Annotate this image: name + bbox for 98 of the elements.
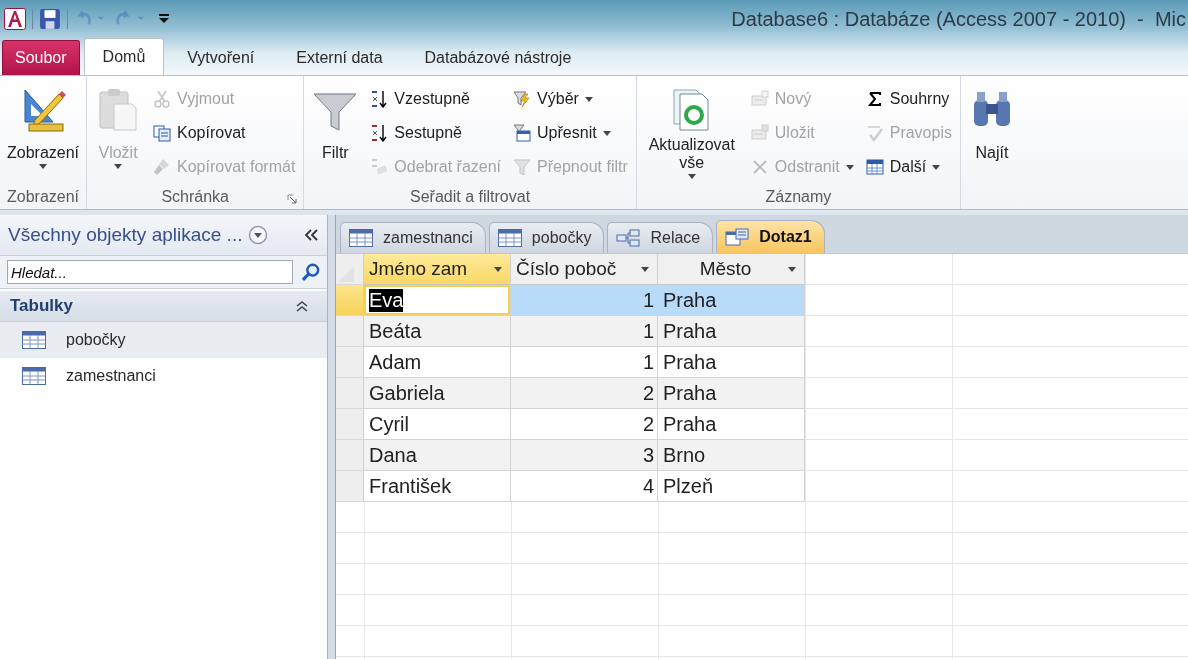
ribbon-button[interactable]: Zobrazení (4, 82, 83, 185)
caret-icon (641, 266, 649, 272)
sigma-icon (865, 90, 884, 108)
relationships-icon (616, 229, 641, 247)
table-cell[interactable]: Praha (658, 316, 805, 347)
row-selector[interactable] (336, 285, 364, 316)
table-cell[interactable]: 2 (511, 409, 658, 440)
ribbon-button[interactable]: Upřesnit (509, 116, 632, 150)
item-label: zamestnanci (66, 367, 156, 385)
ribbon-button[interactable]: Najít (964, 82, 1019, 209)
row-selector[interactable] (336, 440, 364, 471)
brush-icon (153, 158, 172, 176)
x-icon (750, 158, 769, 176)
window-title: Database6 : Databáze (Access 2007 - 2010) - Mic (731, 7, 1186, 31)
table-cell[interactable]: 4 (511, 471, 658, 502)
navigation-item[interactable]: zamestnanci (0, 358, 327, 394)
collapse-chevron-icon[interactable] (295, 299, 309, 313)
query-icon (725, 228, 750, 246)
save-icon[interactable] (39, 8, 61, 30)
search-icon[interactable] (301, 262, 321, 282)
ribbon-tab[interactable]: Vytvoření (168, 40, 274, 75)
group-title: Tabulky (10, 296, 73, 316)
table-cell[interactable]: Brno (658, 440, 805, 471)
document-tab[interactable]: Dotaz1 (716, 220, 825, 253)
column-header[interactable]: Číslo poboč (511, 254, 658, 285)
group-label: Záznamy (765, 188, 832, 206)
document-tab[interactable]: Relace (607, 222, 714, 253)
ribbon-button[interactable]: Filtr (308, 82, 363, 185)
ribbon-button[interactable]: Kopírovat (149, 116, 300, 150)
table-cell[interactable]: Dana (364, 440, 511, 471)
dialog-launcher-icon[interactable] (287, 194, 298, 204)
table-cell[interactable]: Praha (658, 285, 805, 316)
corner-triangle-icon (336, 264, 356, 284)
caret-icon (788, 266, 796, 272)
table-cell[interactable]: Praha (658, 378, 805, 409)
ribbon-button[interactable]: Další (861, 150, 956, 184)
table-cell[interactable]: 3 (511, 440, 658, 471)
caret-icon (494, 266, 502, 272)
ribbon-button[interactable]: Vzestupně (366, 82, 506, 116)
table-cell[interactable]: František (364, 471, 511, 502)
row-selector[interactable] (336, 471, 364, 502)
collapse-pane-icon[interactable] (303, 228, 319, 242)
sort-eraser-icon (370, 158, 389, 176)
copy-icon (153, 124, 172, 142)
ribbon-tab[interactable]: Domů (83, 38, 165, 75)
table-cell[interactable]: Cyril (364, 409, 511, 440)
table-cell[interactable]: Adam (364, 347, 511, 378)
table-icon (22, 367, 46, 385)
table-icon (497, 229, 522, 247)
row-selector[interactable] (336, 347, 364, 378)
group-label: Seřadit a filtrovat (410, 188, 531, 206)
table-cell[interactable]: 1 (511, 285, 658, 316)
dropdown-circle-icon[interactable] (248, 225, 269, 245)
search-field[interactable]: Hledat... (7, 260, 294, 284)
grid-icon (865, 158, 884, 176)
new-record-icon (750, 90, 769, 108)
ribbon-button[interactable]: Výběr (509, 82, 632, 116)
table-cell[interactable]: Plzeň (658, 471, 805, 502)
table-icon (349, 229, 373, 247)
scissors-icon (153, 90, 172, 108)
filter-window-icon (513, 124, 532, 142)
lightning-funnel-icon (513, 90, 532, 108)
funnel-icon (513, 158, 532, 176)
ribbon-button[interactable]: Aktualizovat vše (640, 82, 743, 185)
sort-ascending-icon (370, 90, 389, 108)
document-tab[interactable]: zamestnanci (340, 222, 486, 253)
table-cell[interactable]: Beáta (364, 316, 511, 347)
row-selector[interactable] (336, 378, 364, 409)
column-header[interactable]: Město (658, 254, 805, 285)
save-record-icon (750, 124, 769, 142)
ribbon-tab[interactable]: Externí data (277, 40, 402, 75)
table-cell[interactable]: 1 (511, 347, 658, 378)
spell-check-icon (865, 124, 884, 142)
app-logo-icon[interactable] (4, 8, 26, 30)
navigation-title[interactable]: Všechny objekty aplikace ... (8, 224, 243, 246)
select-all-corner[interactable] (336, 254, 364, 285)
group-header[interactable]: Tabulky (0, 291, 327, 322)
document-tab[interactable]: pobočky (488, 222, 605, 253)
pane-splitter[interactable] (328, 215, 336, 659)
row-selector[interactable] (336, 409, 364, 440)
table-icon (22, 331, 46, 349)
ribbon-tab[interactable]: Databázové nástroje (405, 40, 591, 75)
table-cell[interactable]: Eva (364, 285, 511, 316)
table-cell[interactable]: Praha (658, 409, 805, 440)
row-selector[interactable] (336, 316, 364, 347)
table-cell[interactable]: Praha (658, 347, 805, 378)
navigation-item[interactable]: pobočky (0, 322, 327, 358)
ribbon-button[interactable]: Souhrny (861, 82, 956, 116)
table-cell[interactable]: 2 (511, 378, 658, 409)
table-cell[interactable]: 1 (511, 316, 658, 347)
group-label: Zobrazení (7, 188, 80, 206)
column-header[interactable]: Jméno zam (364, 254, 511, 285)
table-cell[interactable]: Gabriela (364, 378, 511, 409)
item-label: pobočky (66, 331, 126, 349)
group-label: Schránka (161, 188, 229, 206)
sort-descending-icon (370, 124, 389, 142)
file-tab[interactable]: Soubor (2, 40, 80, 75)
ribbon-button[interactable]: Sestupně (366, 116, 506, 150)
